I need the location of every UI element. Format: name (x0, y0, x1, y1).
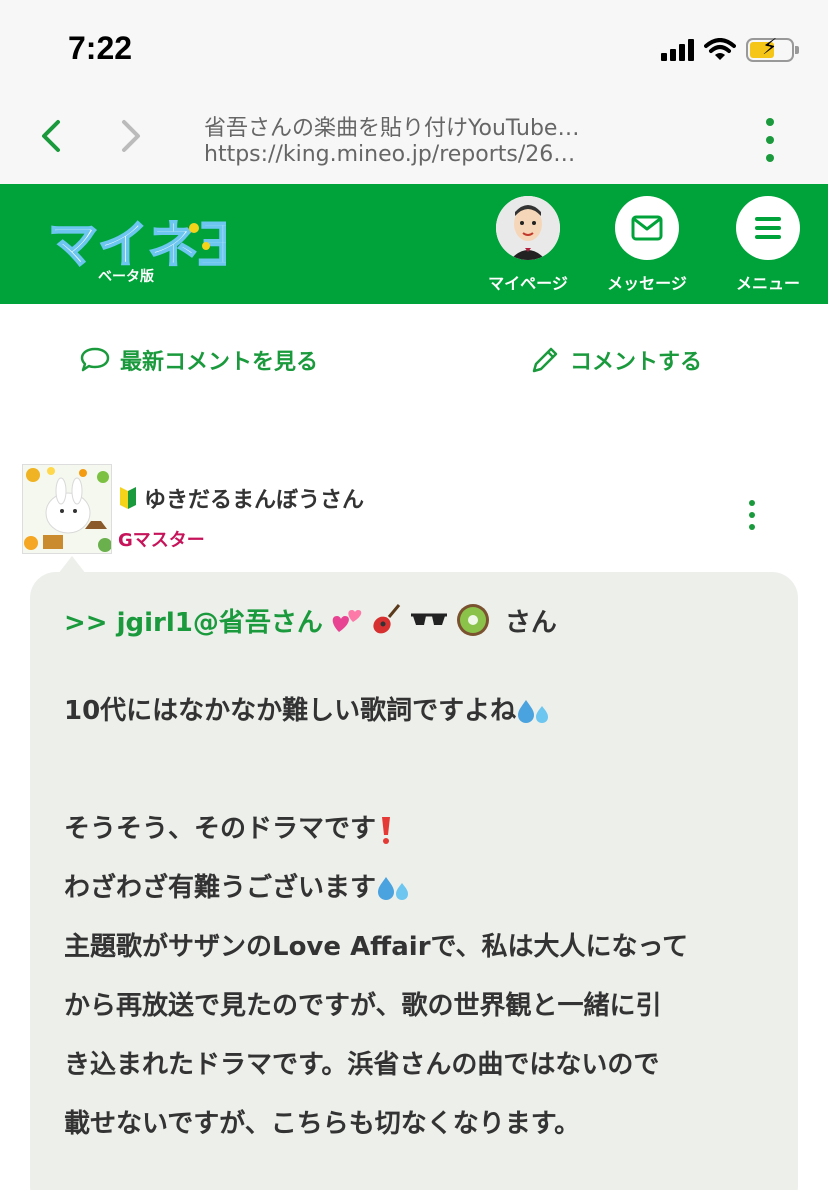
speech-bubble-icon (80, 347, 110, 372)
message-label: メッセージ (607, 274, 687, 293)
latest-comments-label: 最新コメントを見る (120, 350, 319, 375)
guitar-icon (373, 604, 401, 634)
signal-icon (661, 39, 694, 61)
status-bar: 7:22 ⚡ (0, 0, 828, 96)
commenter-name[interactable]: ゆきだるまんぼうさん (144, 482, 364, 514)
mypage-label: マイページ (488, 274, 568, 293)
comment-line-3-row: わざわざ有難うございます (64, 859, 764, 918)
kiwi-icon (456, 604, 489, 636)
comment-line-2: そうそう、そのドラマです (64, 814, 377, 844)
exclamation-icon (382, 816, 391, 844)
write-comment-label: コメントする (570, 350, 703, 375)
logo-subtitle: ベータ版 (98, 269, 154, 285)
page-url[interactable]: https://king.mineo.jp/reports/26… (204, 142, 634, 167)
page-title[interactable]: 省吾さんの楽曲を貼り付けYouTube… (204, 110, 634, 142)
reply-line: >> jgirl1@省吾さん さん (64, 600, 764, 640)
hamburger-icon (755, 217, 781, 239)
write-comment-link[interactable]: コメントする (530, 344, 702, 376)
forward-icon[interactable] (116, 116, 146, 156)
wifi-icon (704, 38, 736, 60)
action-row: 最新コメントを見る コメントする (0, 304, 828, 414)
reply-to-link[interactable]: >> jgirl1@省吾さん (64, 602, 323, 639)
comment-bubble: >> jgirl1@省吾さん さん 10代にはなかなか難しい歌詞ですよね そうそ… (30, 556, 798, 1190)
back-icon[interactable] (36, 116, 66, 156)
envelope-icon (631, 215, 663, 241)
sweat-drops-icon (518, 699, 549, 723)
hearts-icon (332, 610, 362, 632)
status-time: 7:22 (68, 30, 133, 66)
sunglasses-icon (410, 613, 447, 625)
reply-suffix: さん (504, 607, 557, 638)
commenter-avatar[interactable] (22, 464, 112, 554)
browser-bar: 省吾さんの楽曲を貼り付けYouTube… https://king.mineo.… (0, 96, 828, 184)
comment-paragraph-1: 10代にはなかなか難しい歌詞ですよね (64, 682, 764, 741)
comment-line-6: き込まれたドラマです。浜省さんの曲ではないので (64, 1050, 660, 1080)
browser-more-icon[interactable] (760, 118, 780, 162)
comment-line-3: わざわざ有難うございます (64, 873, 377, 903)
pencil-icon (532, 347, 558, 373)
envelope-circle (615, 196, 679, 260)
comment-line-5: から再放送で見たのですが、歌の世界観と一緒に引 (64, 991, 662, 1021)
menu-button[interactable]: メニュー (718, 196, 818, 294)
mypage-button[interactable]: マイページ (478, 196, 578, 294)
site-header: マイネ王 ベータ版 マイページ メッセージ メニュー (0, 184, 828, 304)
comment-line-2-row: そうそう、そのドラマです (64, 800, 764, 859)
beginner-mark-icon (120, 487, 136, 509)
comment-line-7: 載せないですが、こちらも切なくなります。 (64, 1109, 581, 1139)
user-avatar (496, 196, 560, 260)
latest-comments-link[interactable]: 最新コメントを見る (80, 344, 318, 376)
comment-more-icon[interactable] (746, 500, 758, 530)
sweat-drops-icon (378, 876, 409, 900)
message-button[interactable]: メッセージ (597, 196, 697, 294)
battery-icon: ⚡ (746, 37, 799, 62)
comment-line-4: 主題歌がサザンのLove Affairで、私は大人になって (64, 932, 689, 962)
menu-label: メニュー (735, 274, 800, 293)
status-icons: ⚡ (661, 34, 799, 66)
comment-paragraph-2: そうそう、そのドラマです わざわざ有難うございます 主題歌がサザンのLove A… (64, 800, 764, 1154)
menu-circle (736, 196, 800, 260)
commenter-rank: Gマスター (118, 530, 205, 551)
comment-line-1: 10代にはなかなか難しい歌詞ですよね (64, 696, 517, 726)
commenter-name-row: ゆきだるまんぼうさん (118, 482, 364, 514)
